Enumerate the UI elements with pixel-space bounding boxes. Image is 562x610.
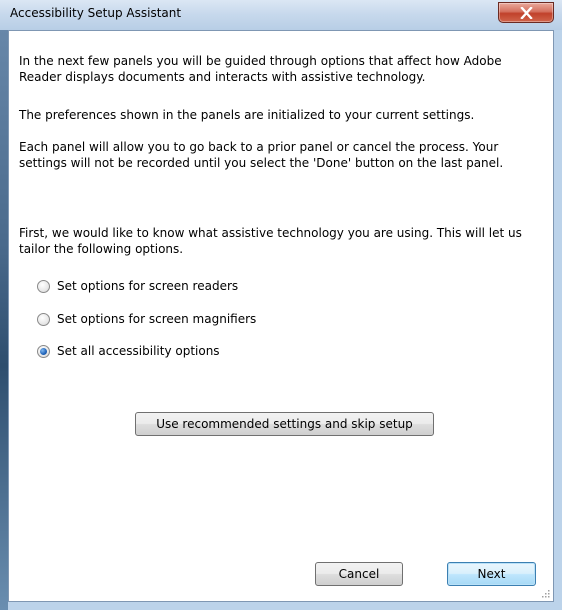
radio-screen-magnifiers[interactable]: Set options for screen magnifiers [37,310,256,328]
next-button[interactable]: Next [447,562,536,586]
radio-label: Set options for screen readers [57,279,239,293]
title-bar[interactable]: Accessibility Setup Assistant [0,0,562,30]
window-title: Accessibility Setup Assistant [10,6,182,20]
cancel-button[interactable]: Cancel [315,562,403,586]
window-frame-left [0,0,8,610]
skip-setup-button[interactable]: Use recommended settings and skip setup [135,412,434,436]
resize-grip-icon[interactable] [540,588,550,598]
radio-all-options[interactable]: Set all accessibility options [37,342,220,360]
intro-paragraph-1: In the next few panels you will be guide… [19,54,502,84]
radio-label: Set all accessibility options [57,344,220,358]
radio-button[interactable] [37,279,50,293]
close-button[interactable] [498,2,554,23]
radio-button[interactable] [37,344,50,358]
close-icon [520,7,533,19]
dialog-window: Accessibility Setup Assistant In the nex… [0,0,562,610]
dialog-content: In the next few panels you will be guide… [8,30,554,602]
intro-paragraph-2: The preferences shown in the panels are … [19,108,475,122]
intro-paragraph-3: Each panel will allow you to go back to … [19,140,504,170]
question-text: First, we would like to know what assist… [19,226,522,256]
radio-label: Set options for screen magnifiers [57,312,257,326]
radio-screen-readers[interactable]: Set options for screen readers [37,277,238,295]
radio-button[interactable] [37,312,50,326]
